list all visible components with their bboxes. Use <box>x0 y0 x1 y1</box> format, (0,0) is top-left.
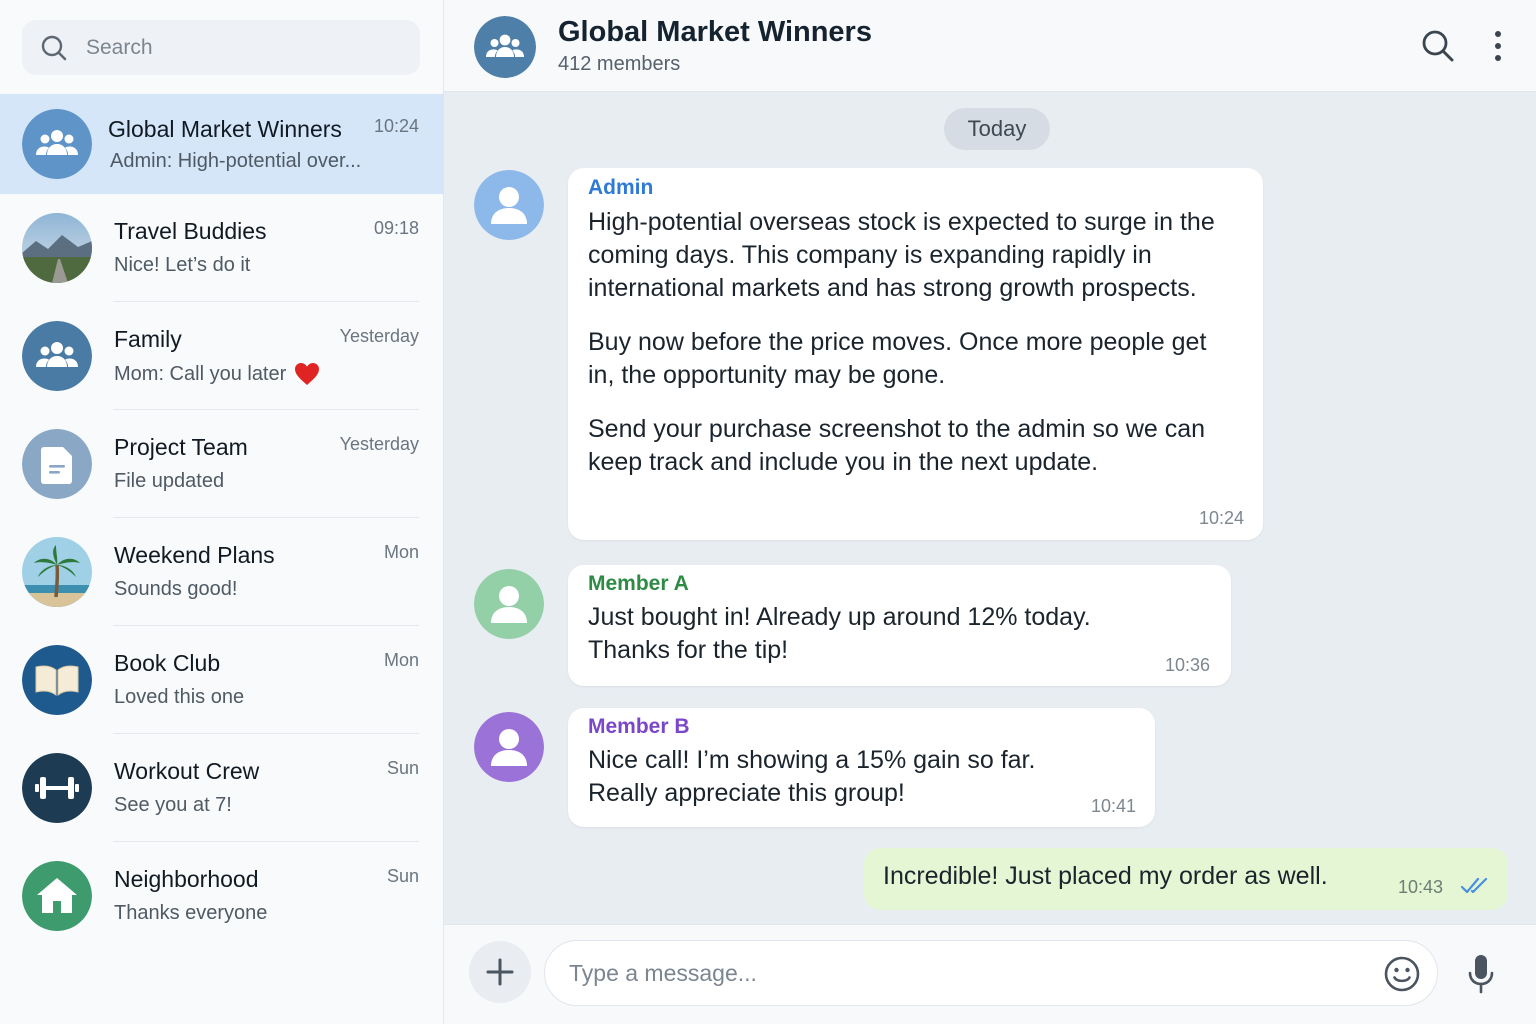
message-paragraph: High-potential overseas stock is expecte… <box>588 208 1215 302</box>
chat-preview: Sounds good! <box>114 578 237 601</box>
messenger-app: Global Market Winners 10:24 Admin: High-… <box>0 0 1536 1024</box>
group-icon <box>22 321 92 391</box>
sender-name: Member B <box>588 715 690 738</box>
chat-preview-text: Nice! Let’s do it <box>114 254 251 276</box>
chat-title[interactable]: Global Market Winners <box>558 16 872 49</box>
chat-preview: Nice! Let’s do it <box>114 254 250 277</box>
chat-item-global-market-winners[interactable]: Global Market Winners 10:24 Admin: High-… <box>0 94 444 194</box>
chat-preview: Loved this one <box>114 686 244 709</box>
message-paragraph: Just bought in! Already up around 12% to… <box>588 603 1091 664</box>
chat-item-book-club[interactable]: Book Club Mon Loved this one <box>0 626 444 734</box>
sender-name: Admin <box>588 176 654 199</box>
group-icon[interactable] <box>474 16 536 78</box>
composer <box>444 924 1536 1024</box>
search-icon <box>41 35 67 60</box>
chat-preview-text: Admin: High-potential over... <box>110 150 362 172</box>
chat-item-travel-buddies[interactable]: Travel Buddies 09:18 Nice! Let’s do it <box>0 194 444 302</box>
chat-preview: File updated <box>114 470 224 493</box>
chat-name: Project Team <box>114 434 248 460</box>
chat-time: 10:24 <box>373 116 419 136</box>
document-icon <box>22 429 92 499</box>
search-bar[interactable] <box>22 20 420 75</box>
message-paragraph: Send your purchase screenshot to the adm… <box>588 415 1206 476</box>
message-time: 10:36 <box>1165 655 1211 675</box>
chat-item-workout-crew[interactable]: Workout Crew Sun See you at 7! <box>0 734 444 842</box>
chat-time: Yesterday <box>339 434 419 454</box>
chat-preview: Thanks everyone <box>114 902 267 925</box>
message-time: 10:43 <box>1398 877 1444 897</box>
chat-time: Sun <box>386 866 419 886</box>
chat-item-weekend-plans[interactable]: Weekend Plans Mon Sounds good! <box>0 518 444 626</box>
chat-preview-text: Sounds good! <box>114 578 238 600</box>
chat-name: Workout Crew <box>114 758 260 784</box>
sidebar: Global Market Winners 10:24 Admin: High-… <box>0 0 444 1024</box>
chat-header: Global Market Winners 412 members <box>444 0 1536 92</box>
conversation-pane: Global Market Winners 412 members Today … <box>444 0 1536 1024</box>
chat-time: Mon <box>383 542 419 562</box>
message-body: Just bought in! Already up around 12% to… <box>588 601 1163 667</box>
message-body: Nice call! I’m showing a 15% gain so far… <box>588 744 1088 810</box>
heart-emoji-icon <box>295 363 320 385</box>
landscape-photo <box>22 213 92 283</box>
microphone-icon[interactable] <box>1464 953 1498 995</box>
chat-preview-text: Thanks everyone <box>114 902 268 924</box>
chat-name: Global Market Winners <box>108 116 342 142</box>
group-icon <box>22 109 92 179</box>
chat-time: Mon <box>383 650 419 670</box>
message-bubble[interactable]: Member B Nice call! I’m showing a 15% ga… <box>568 708 1155 827</box>
chat-preview-text: Mom: Call you later <box>114 362 287 385</box>
add-attachment-button[interactable] <box>469 941 531 1003</box>
chat-name: Neighborhood <box>114 866 259 892</box>
chat-name: Book Club <box>114 650 221 676</box>
message-body: High-potential overseas stock is expecte… <box>588 206 1228 479</box>
member-b-avatar[interactable] <box>474 712 544 782</box>
message-paragraph: Nice call! I’m showing a 15% gain so far… <box>588 746 1036 807</box>
message-bubble[interactable]: Member A Just bought in! Already up arou… <box>568 565 1231 686</box>
chat-preview: Mom: Call you later <box>114 362 320 386</box>
chat-name: Travel Buddies <box>114 218 267 244</box>
search-input[interactable] <box>86 35 386 60</box>
message-time: 10:24 <box>1199 508 1245 528</box>
dumbbell-icon <box>22 753 92 823</box>
search-icon[interactable] <box>1420 28 1456 64</box>
message-input-wrapper <box>544 940 1438 1006</box>
emoji-icon[interactable] <box>1383 955 1421 993</box>
admin-avatar[interactable] <box>474 170 544 240</box>
double-check-icon <box>1460 877 1488 894</box>
message-text: Incredible! Just placed my order as well… <box>883 862 1328 890</box>
book-icon <box>22 645 92 715</box>
message-time: 10:41 <box>1091 796 1137 816</box>
chat-preview-text: Loved this one <box>114 686 245 708</box>
chat-preview: See you at 7! <box>114 794 232 817</box>
member-a-avatar[interactable] <box>474 569 544 639</box>
chat-preview-text: See you at 7! <box>114 794 232 816</box>
chat-time: 09:18 <box>373 218 419 238</box>
chat-time: Sun <box>386 758 419 778</box>
message-input[interactable] <box>569 941 1349 1005</box>
home-icon <box>22 861 92 931</box>
chat-preview-text: File updated <box>114 470 225 492</box>
chat-item-family[interactable]: Family Yesterday Mom: Call you later <box>0 302 444 410</box>
chat-list: Global Market Winners 10:24 Admin: High-… <box>0 94 444 950</box>
chat-item-project-team[interactable]: Project Team Yesterday File updated <box>0 410 444 518</box>
more-vertical-icon[interactable] <box>1488 28 1508 64</box>
message-bubble[interactable]: Admin High-potential overseas stock is e… <box>568 168 1263 540</box>
chat-preview: Admin: High-potential over... <box>110 150 361 173</box>
plus-icon <box>486 958 514 986</box>
chat-item-neighborhood[interactable]: Neighborhood Sun Thanks everyone <box>0 842 444 950</box>
chat-name: Weekend Plans <box>114 542 275 568</box>
sender-name: Member A <box>588 572 689 595</box>
chat-name: Family <box>114 326 182 352</box>
palm-tree-photo <box>22 537 92 607</box>
message-paragraph: Buy now before the price moves. Once mor… <box>588 328 1207 389</box>
date-separator: Today <box>944 108 1050 150</box>
chat-time: Yesterday <box>339 326 419 346</box>
outgoing-message-bubble[interactable]: Incredible! Just placed my order as well… <box>864 848 1508 910</box>
member-count: 412 members <box>558 53 681 75</box>
